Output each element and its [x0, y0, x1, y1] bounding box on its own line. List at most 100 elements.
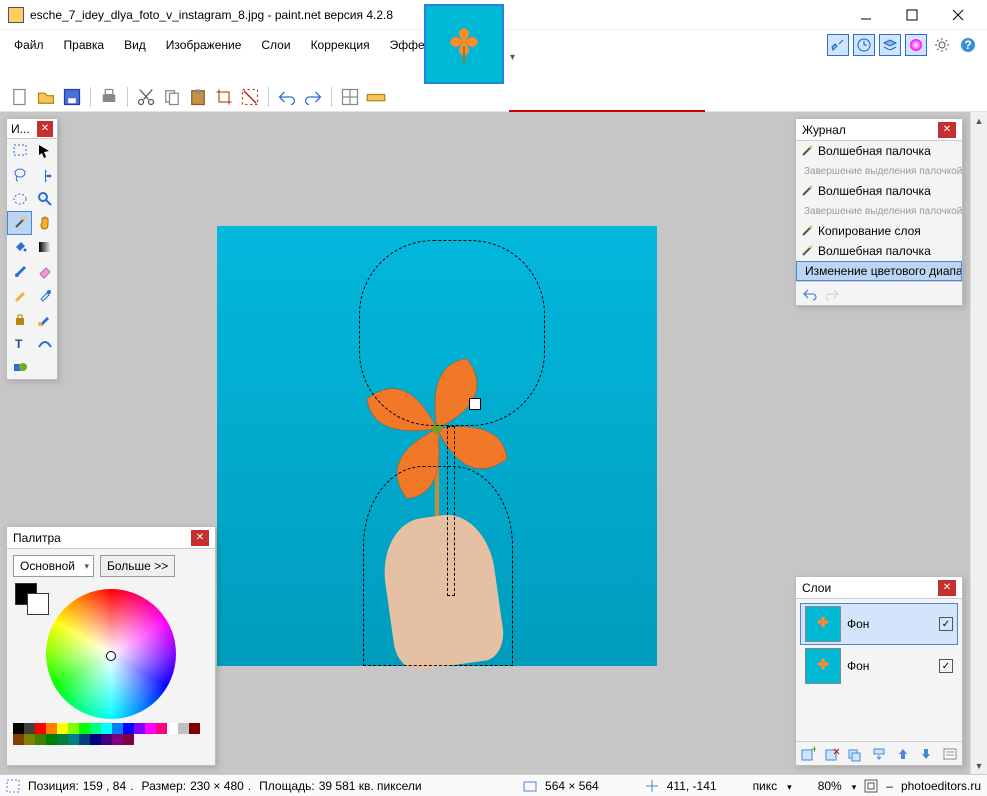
layer-properties-icon[interactable] — [942, 746, 958, 762]
status-units[interactable]: пикс — [753, 779, 778, 793]
tool-move-selection[interactable] — [32, 139, 57, 163]
selection-handle[interactable] — [469, 398, 481, 410]
status-zoom[interactable]: 80% — [818, 779, 842, 793]
tool-clone[interactable] — [7, 307, 32, 331]
swatch[interactable] — [68, 734, 79, 745]
scroll-down-icon[interactable]: ▼ — [971, 757, 987, 774]
tool-fill[interactable] — [7, 235, 32, 259]
thumbnail-dropdown-icon[interactable]: ▾ — [510, 52, 515, 63]
tool-pan[interactable] — [32, 211, 57, 235]
swatch[interactable] — [57, 734, 68, 745]
color-wheel-cursor[interactable] — [106, 651, 116, 661]
layer-visibility-checkbox[interactable]: ✓ — [939, 659, 953, 673]
layers-close[interactable]: ✕ — [938, 580, 956, 596]
swatch[interactable] — [13, 734, 24, 745]
redo-icon[interactable] — [303, 87, 323, 107]
layer-visibility-checkbox[interactable]: ✓ — [939, 617, 953, 631]
history-list[interactable]: Волшебная палочка Завершение выделения па… — [796, 141, 962, 281]
open-file-icon[interactable] — [36, 87, 56, 107]
swatch[interactable] — [68, 723, 79, 734]
swatch[interactable] — [156, 723, 167, 734]
swatch[interactable] — [13, 723, 24, 734]
swatch[interactable] — [189, 723, 200, 734]
tool-gradient[interactable] — [32, 235, 57, 259]
tool-rect-select[interactable] — [7, 139, 32, 163]
swatch[interactable] — [24, 734, 35, 745]
history-item[interactable]: Завершение выделения палочкой — [796, 201, 962, 221]
swatch[interactable] — [24, 723, 35, 734]
new-file-icon[interactable] — [10, 87, 30, 107]
close-button[interactable] — [935, 1, 981, 29]
history-undo-icon[interactable] — [802, 286, 818, 302]
tool-eraser[interactable] — [32, 259, 57, 283]
colors-window-toggle[interactable] — [905, 34, 927, 56]
document-thumbnail[interactable] — [424, 4, 504, 84]
zoom-dropdown-icon[interactable] — [850, 779, 857, 793]
swatch[interactable] — [90, 734, 101, 745]
swatch[interactable] — [112, 723, 123, 734]
vertical-scrollbar[interactable]: ▲ ▼ — [970, 112, 987, 774]
layer-duplicate-icon[interactable] — [847, 746, 863, 762]
swatch[interactable] — [46, 734, 57, 745]
maximize-button[interactable] — [889, 1, 935, 29]
canvas-image[interactable] — [217, 226, 657, 666]
grid-icon[interactable] — [340, 87, 360, 107]
swatch[interactable] — [112, 734, 123, 745]
swatch[interactable] — [145, 723, 156, 734]
swatch[interactable] — [101, 734, 112, 745]
tool-lasso[interactable] — [7, 163, 32, 187]
scroll-up-icon[interactable]: ▲ — [971, 112, 987, 129]
swatch[interactable] — [79, 734, 90, 745]
tool-shapes[interactable] — [7, 355, 32, 379]
tool-recolor[interactable] — [32, 307, 57, 331]
paste-icon[interactable] — [188, 87, 208, 107]
swatch[interactable] — [134, 723, 145, 734]
layers-window-toggle[interactable] — [879, 34, 901, 56]
layer-item[interactable]: Фон✓ — [800, 603, 958, 645]
tool-move-pixels[interactable] — [32, 163, 57, 187]
palette-mode-select[interactable]: Основной — [13, 555, 94, 577]
color-swatches[interactable] — [7, 723, 215, 751]
tool-magic-wand[interactable] — [7, 211, 32, 235]
tool-text[interactable]: T — [7, 331, 32, 355]
tool-colorpicker[interactable] — [32, 283, 57, 307]
undo-icon[interactable] — [277, 87, 297, 107]
copy-icon[interactable] — [162, 87, 182, 107]
swatch[interactable] — [178, 723, 189, 734]
tool-zoom[interactable] — [32, 187, 57, 211]
tool-line[interactable] — [32, 331, 57, 355]
history-item[interactable]: Копирование слоя — [796, 221, 962, 241]
cut-icon[interactable] — [136, 87, 156, 107]
tool-ellipse-select[interactable] — [7, 187, 32, 211]
swatch[interactable] — [90, 723, 101, 734]
help-icon[interactable]: ? — [957, 34, 979, 56]
primary-secondary-swatches[interactable] — [15, 583, 49, 615]
history-item[interactable]: Изменение цветового диапазона — [796, 261, 962, 281]
swatch[interactable] — [123, 734, 134, 745]
tool-brush[interactable] — [7, 259, 32, 283]
menu-edit[interactable]: Правка — [58, 34, 111, 56]
layer-delete-icon[interactable] — [824, 746, 840, 762]
layer-mergedown-icon[interactable] — [871, 746, 887, 762]
swatch[interactable] — [57, 723, 68, 734]
menu-adjust[interactable]: Коррекция — [305, 34, 376, 56]
menu-layers[interactable]: Слои — [255, 34, 296, 56]
swatch[interactable] — [35, 734, 46, 745]
history-close[interactable]: ✕ — [938, 122, 956, 138]
menu-view[interactable]: Вид — [118, 34, 152, 56]
zoom-fit-icon[interactable] — [864, 779, 878, 793]
layer-item[interactable]: Фон✓ — [800, 645, 958, 687]
minimize-button[interactable] — [843, 1, 889, 29]
swatch[interactable] — [123, 723, 134, 734]
menu-image[interactable]: Изображение — [160, 34, 248, 56]
units-dropdown-icon[interactable] — [785, 779, 792, 793]
swatch[interactable] — [167, 723, 178, 734]
layer-moveup-icon[interactable] — [895, 746, 911, 762]
menu-file[interactable]: Файл — [8, 34, 50, 56]
swatch[interactable] — [101, 723, 112, 734]
deselect-icon[interactable] — [240, 87, 260, 107]
save-icon[interactable] — [62, 87, 82, 107]
history-item[interactable]: Волшебная палочка — [796, 241, 962, 261]
swatch[interactable] — [46, 723, 57, 734]
palette-more-button[interactable]: Больше >> — [100, 555, 175, 577]
